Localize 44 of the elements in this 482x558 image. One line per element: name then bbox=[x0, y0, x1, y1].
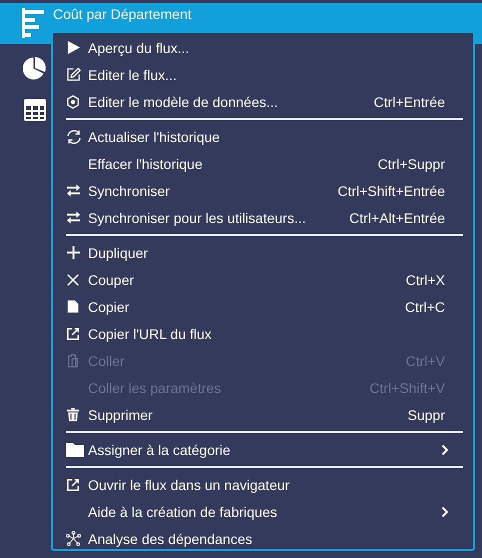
shortcut-label: Ctrl+C bbox=[404, 298, 446, 314]
page-title: Coût par Département bbox=[53, 5, 192, 23]
menu-item[interactable]: Actualiser l'historique bbox=[53, 123, 473, 150]
menu-item[interactable]: Dupliquer bbox=[53, 239, 473, 266]
menu-item[interactable]: Copier l'URL du flux bbox=[53, 320, 473, 347]
refresh-icon bbox=[66, 128, 82, 144]
bar-list-icon[interactable] bbox=[22, 8, 46, 38]
external-link-icon bbox=[66, 478, 80, 492]
menu-item[interactable]: Synchroniser Ctrl+Shift+Entrée bbox=[53, 177, 473, 204]
hexagon-icon bbox=[66, 94, 80, 108]
table-icon[interactable] bbox=[23, 98, 47, 122]
menu-item[interactable]: Effacer l'historique Ctrl+Suppr bbox=[53, 150, 473, 177]
menu-item[interactable]: Editer le modèle de données... Ctrl+Entrée bbox=[53, 88, 473, 115]
menu-item[interactable]: Aide à la création de fabriques bbox=[53, 498, 473, 525]
folder-icon bbox=[66, 442, 84, 458]
menu-item[interactable]: Assigner à la catégorie bbox=[53, 436, 473, 463]
shortcut-label: Ctrl+Shift+V bbox=[370, 380, 446, 396]
swap-arrows-icon bbox=[66, 210, 81, 225]
shortcut-label: Suppr bbox=[408, 406, 446, 422]
shortcut-label: Ctrl+Shift+Entrée bbox=[338, 182, 446, 198]
document-icon bbox=[66, 299, 80, 314]
external-link-icon bbox=[66, 326, 80, 340]
menu-item[interactable]: Ouvrir le flux dans un navigateur bbox=[53, 471, 473, 498]
shortcut-label: Ctrl+X bbox=[406, 272, 446, 288]
menu-item[interactable]: Synchroniser pour les utilisateurs... Ctrl+Alt+Entrée bbox=[53, 204, 473, 231]
trash-icon bbox=[66, 407, 80, 422]
menu-item[interactable]: Copier Ctrl+C bbox=[53, 293, 473, 320]
menu-item[interactable]: Couper Ctrl+X bbox=[53, 266, 473, 293]
network-icon bbox=[66, 531, 81, 546]
edit-icon bbox=[66, 67, 81, 82]
shortcut-label: Ctrl+Alt+Entrée bbox=[349, 210, 446, 226]
menu-item[interactable]: Editer le flux... bbox=[53, 61, 473, 88]
menu-item[interactable]: Supprimer Suppr bbox=[53, 401, 473, 428]
menu-item[interactable]: Analyse des dépendances bbox=[53, 525, 473, 552]
close-icon bbox=[66, 272, 80, 286]
swap-arrows-icon bbox=[66, 183, 81, 198]
shortcut-label: Ctrl+V bbox=[406, 352, 446, 368]
play-icon bbox=[66, 40, 81, 55]
pie-chart-icon[interactable] bbox=[23, 56, 47, 80]
menu-item[interactable]: Aperçu du flux... bbox=[53, 34, 473, 61]
shortcut-label: Ctrl+Suppr bbox=[378, 156, 446, 172]
plus-icon bbox=[66, 245, 81, 260]
shortcut-label: Ctrl+Entrée bbox=[374, 94, 446, 110]
clipboard-icon bbox=[66, 353, 80, 368]
